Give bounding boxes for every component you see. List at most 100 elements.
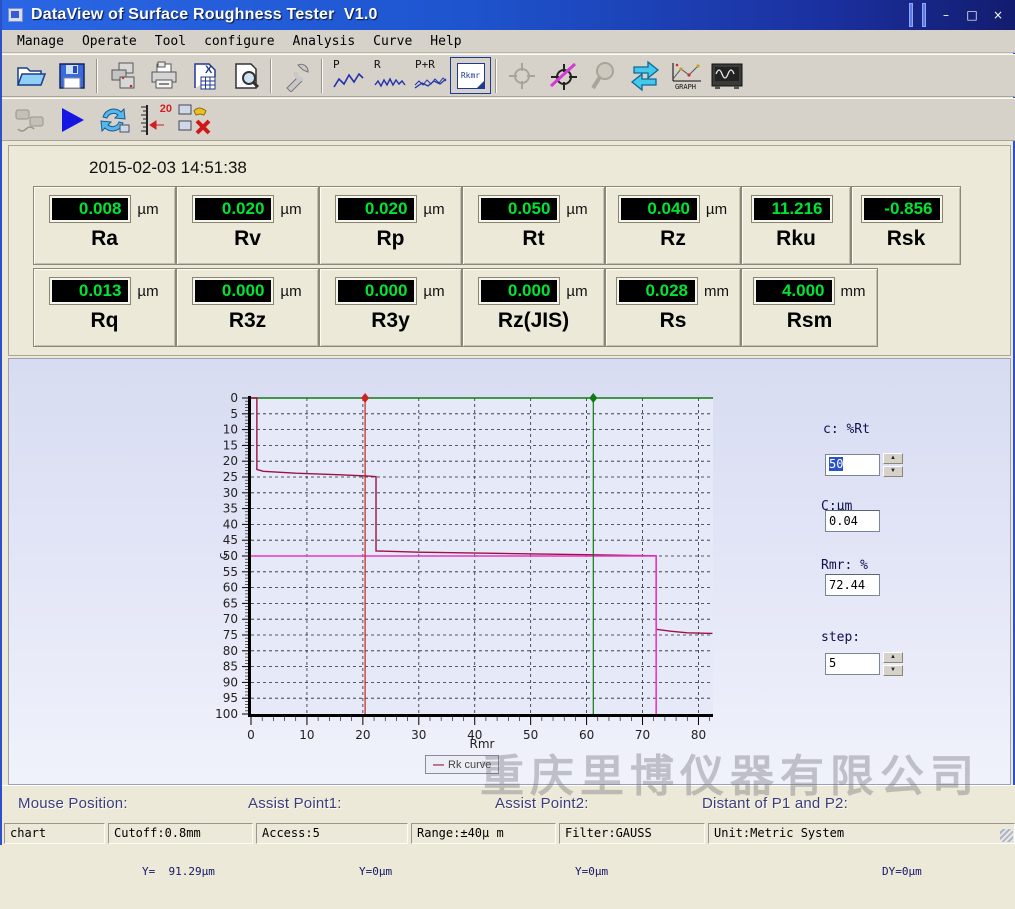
print-preview-button[interactable]: [225, 57, 266, 94]
measurement-cell-rt: 0.050µm Rt: [462, 186, 605, 265]
rmr-input[interactable]: [825, 574, 880, 596]
mouse-y: Y= 91.29μm: [142, 864, 215, 879]
param-label: Rsm: [787, 309, 833, 333]
zoom-icon: [588, 60, 620, 92]
svg-text:65: 65: [223, 596, 238, 610]
pr-curve-label: P+R: [415, 58, 435, 71]
save-button[interactable]: [51, 57, 92, 94]
c-um-input[interactable]: [825, 510, 880, 532]
step-input[interactable]: 5: [825, 653, 880, 675]
crosshair-cancel-button[interactable]: [542, 57, 583, 94]
unit-label: µm: [423, 283, 444, 300]
svg-text:85: 85: [223, 660, 238, 674]
lcd-display: -0.856: [862, 196, 942, 222]
graph-button[interactable]: GRAPH: [665, 57, 706, 94]
measurement-row-1: 0.008µm Ra 0.020µm Rv 0.020µm Rp 0.050µm…: [33, 186, 961, 265]
save-icon: [57, 61, 87, 91]
measurement-timestamp: 2015-02-03 14:51:38: [89, 158, 247, 178]
minimize-button[interactable]: –: [935, 6, 957, 24]
measurement-cell-rs: 0.028mm Rs: [605, 268, 741, 347]
param-label: Rz: [660, 227, 686, 251]
mouse-position-label: Mouse Position:: [18, 795, 128, 812]
p1-y: Y=0μm: [359, 864, 392, 879]
toolbar-separator: [495, 59, 497, 93]
disconnect-button[interactable]: [174, 101, 215, 138]
rkmr-curve-button[interactable]: Rkmr: [450, 57, 491, 94]
maximize-button[interactable]: □: [961, 6, 983, 24]
scale-button[interactable]: 20: [133, 101, 174, 138]
menu-help[interactable]: Help: [421, 32, 470, 51]
svg-text:0: 0: [247, 728, 255, 742]
connect-icon: [13, 105, 49, 135]
measurement-cell-r3z: 0.000µm R3z: [176, 268, 319, 347]
measurement-cell-rku: 11.216 Rku: [741, 186, 851, 265]
close-button[interactable]: ×: [987, 6, 1009, 24]
c-percent-spin-up-button[interactable]: ▲: [883, 453, 903, 464]
legend-label: Rk curve: [448, 759, 491, 771]
lcd-display: 0.000: [479, 278, 559, 304]
svg-text:70: 70: [635, 728, 650, 742]
param-label: Ra: [91, 227, 118, 251]
measurement-cell-rsm: 4.000 mm Rsm: [741, 268, 878, 347]
svg-text:35: 35: [223, 502, 238, 516]
svg-text:100: 100: [215, 707, 238, 721]
resize-grip[interactable]: [1000, 829, 1013, 842]
database-icon: [107, 60, 139, 92]
measurement-cell-r3y: 0.000 µm R3y: [319, 268, 462, 347]
svg-text:25: 25: [223, 470, 238, 484]
param-label: Rt: [522, 227, 544, 251]
unit-label: µm: [566, 201, 587, 218]
c-percent-input[interactable]: 50: [825, 454, 880, 476]
open-button[interactable]: [10, 57, 51, 94]
menu-manage[interactable]: Manage: [8, 32, 73, 51]
menu-tool[interactable]: Tool: [146, 32, 195, 51]
step-spin-down-button[interactable]: ▼: [883, 665, 903, 676]
menu-operate[interactable]: Operate: [73, 32, 146, 51]
sync-button[interactable]: [92, 101, 133, 138]
step-spin-up-button[interactable]: ▲: [883, 652, 903, 663]
connect-button: [10, 101, 51, 138]
database-button[interactable]: [102, 57, 143, 94]
settings-button[interactable]: [276, 57, 317, 94]
r-curve-button[interactable]: R: [368, 57, 409, 94]
unit-label: µm: [566, 283, 587, 300]
lcd-display: 11.216: [752, 196, 832, 222]
param-label: R3y: [371, 309, 410, 333]
lcd-display: 0.000: [336, 278, 416, 304]
r-curve-label: R: [374, 58, 381, 71]
assist-point1-values: X=0mm Y=0μm: [359, 789, 392, 909]
menu-configure[interactable]: configure: [195, 32, 283, 51]
menu-curve[interactable]: Curve: [364, 32, 421, 51]
disconnect-icon: [177, 103, 213, 137]
graph-label: GRAPH: [675, 83, 696, 91]
toolbar-separator: [321, 59, 323, 93]
title-bar: DataView of Surface Roughness Tester V1.…: [2, 0, 1015, 30]
print-button[interactable]: [143, 57, 184, 94]
unit-label: µm: [137, 283, 158, 300]
unit-label: mm: [841, 283, 866, 300]
print-icon: [148, 61, 180, 91]
svg-text:0: 0: [230, 391, 238, 405]
lcd-display: 4.000: [754, 278, 834, 304]
p-curve-button[interactable]: P: [327, 57, 368, 94]
chart-legend: — Rk curve: [425, 755, 499, 774]
export-button[interactable]: X: [184, 57, 225, 94]
distance-values: DX=0mm DY=0μm: [882, 789, 922, 909]
c-percent-label: c: %Rt: [823, 422, 870, 437]
pr-curve-button[interactable]: P+R: [409, 57, 450, 94]
svg-text:X: X: [205, 64, 213, 76]
c-percent-spin-down-button[interactable]: ▼: [883, 466, 903, 477]
assist-point1-label: Assist Point1:: [248, 795, 342, 812]
param-label: R3z: [229, 309, 266, 333]
chart-panel: 0510152025303540455055606570758085909510…: [8, 358, 1011, 785]
menu-analysis[interactable]: Analysis: [284, 32, 365, 51]
oscilloscope-button[interactable]: [706, 57, 747, 94]
crosshair-button: [501, 57, 542, 94]
switch-view-button[interactable]: [624, 57, 665, 94]
run-button[interactable]: [51, 101, 92, 138]
unit-label: µm: [280, 283, 301, 300]
param-label: Rp: [377, 227, 405, 251]
title-stripe: [922, 3, 926, 27]
switch-view-icon: [628, 60, 662, 92]
step-label: step:: [821, 630, 860, 645]
